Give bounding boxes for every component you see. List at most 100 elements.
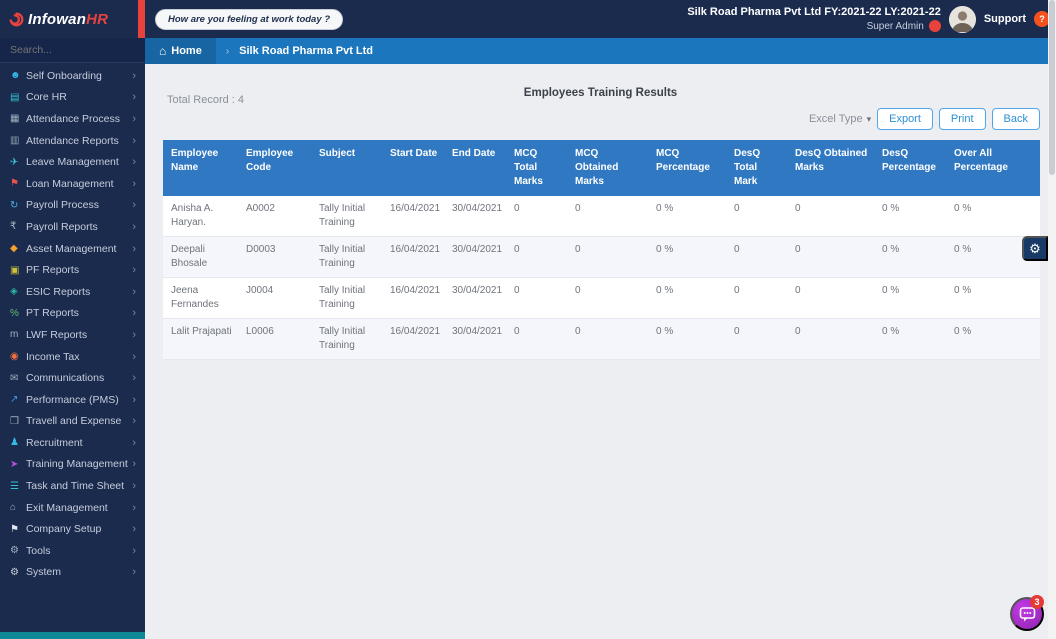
settings-fab[interactable]: ⚙ — [1022, 236, 1048, 261]
user-avatar[interactable] — [948, 5, 976, 33]
sidebar-item-label: Attendance Process — [26, 112, 120, 125]
sidebar-item-attendance-process[interactable]: ▦ Attendance Process › — [0, 108, 145, 130]
chat-fab[interactable]: 3 — [1010, 595, 1044, 631]
table-cell: 0 % — [946, 318, 1040, 360]
sidebar-item-loan-management[interactable]: ⚑ Loan Management › — [0, 173, 145, 195]
sidebar-item-label: Leave Management — [26, 156, 119, 169]
chevron-right-icon: › — [132, 220, 136, 233]
sidebar-item-label: Tools — [26, 544, 51, 557]
chevron-right-icon: › — [132, 264, 136, 277]
app-logo[interactable]: InfowanHR — [0, 0, 145, 38]
sidebar-item-self-onboarding[interactable]: ☻ Self Onboarding › — [0, 65, 145, 87]
sidebar-item-label: Income Tax — [26, 350, 80, 363]
chevron-right-icon: › — [132, 436, 136, 449]
column-header: MCQ Percentage — [648, 140, 726, 196]
sidebar-item-income-tax[interactable]: ◉ Income Tax › — [0, 346, 145, 368]
back-button[interactable]: Back — [991, 108, 1040, 130]
table-cell: A0002 — [238, 196, 311, 237]
training-results-table: Employee Name Employee Code Subject Start D… — [163, 140, 1040, 360]
scrollbar-thumb[interactable] — [1049, 0, 1055, 175]
table-cell: 0 — [506, 318, 567, 360]
company-fiscal-year-label: Silk Road Pharma Pvt Ltd FY:2021-22 LY:2… — [687, 5, 941, 18]
sidebar-item-pf-reports[interactable]: ▣ PF Reports › — [0, 259, 145, 281]
table-cell: 0 — [726, 236, 787, 278]
chevron-right-icon: › — [132, 501, 136, 514]
export-button[interactable]: Export — [877, 108, 933, 130]
sidebar-item-performance-pms[interactable]: ↗ Performance (PMS) › — [0, 389, 145, 411]
sidebar-item-pt-reports[interactable]: % PT Reports › — [0, 303, 145, 325]
chevron-right-icon: › — [132, 199, 136, 212]
sidebar-item-communications[interactable]: ✉ Communications › — [0, 367, 145, 389]
page-scrollbar[interactable] — [1048, 0, 1056, 639]
excel-type-dropdown[interactable]: Excel Type ▾ — [809, 113, 871, 125]
sidebar-item-task-and-time-sheet[interactable]: ☰ Task and Time Sheet › — [0, 475, 145, 497]
sidebar-item-recruitment[interactable]: ♟ Recruitment › — [0, 432, 145, 454]
table-cell: 0 % — [946, 277, 1040, 319]
sidebar-item-payroll-process[interactable]: ↻ Payroll Process › — [0, 195, 145, 217]
sidebar: InfowanHR ☻ Self Onboarding › ▤ Core HR › ▦ Att… — [0, 0, 145, 639]
chevron-right-icon: › — [132, 285, 136, 298]
table-header-row: Employee Name Employee Code Subject Start D… — [163, 140, 1040, 196]
table-row: Deepali Bhosale D0003 Tally Initial Traini… — [163, 236, 1040, 278]
logo-text: InfowanHR — [28, 10, 109, 28]
column-header: MCQ Total Marks — [506, 140, 567, 196]
table-controls: Excel Type ▾ Export Print Back — [809, 108, 1040, 130]
sync-icon: ↻ — [10, 199, 19, 211]
notification-badge-icon[interactable] — [928, 20, 941, 33]
table-cell: 16/04/2021 — [382, 196, 444, 237]
table-cell: 0 — [567, 236, 648, 278]
sidebar-item-attendance-reports[interactable]: ▥ Attendance Reports › — [0, 130, 145, 152]
sidebar-item-esic-reports[interactable]: ◈ ESIC Reports › — [0, 281, 145, 303]
sidebar-item-label: LWF Reports — [26, 328, 88, 341]
sidebar-item-label: ESIC Reports — [26, 285, 91, 298]
sidebar-search — [0, 38, 145, 63]
sidebar-item-training-management[interactable]: ➤ Training Management › — [0, 454, 145, 476]
sidebar-item-lwf-reports[interactable]: m LWF Reports › — [0, 324, 145, 346]
breadcrumb-separator-icon: › — [225, 45, 230, 57]
briefcase-icon: ▣ — [10, 264, 20, 276]
mood-question-button[interactable]: How are you feeling at work today ? — [155, 8, 344, 30]
person-icon: ☻ — [10, 70, 21, 82]
sidebar-item-leave-management[interactable]: ✈ Leave Management › — [0, 151, 145, 173]
sidebar-bottom-scrollbar[interactable] — [0, 632, 145, 639]
table-cell: 0 % — [946, 196, 1040, 237]
chat-unread-badge: 3 — [1030, 595, 1044, 609]
sidebar-item-travell-and-expense[interactable]: ❒ Travell and Expense › — [0, 411, 145, 433]
breadcrumb-current-page[interactable]: Silk Road Pharma Pvt Ltd — [239, 45, 373, 57]
chevron-right-icon: › — [132, 393, 136, 406]
gear-icon: ⚙ — [1029, 240, 1041, 256]
table-cell: 30/04/2021 — [444, 196, 506, 237]
chevron-right-icon: › — [132, 69, 136, 82]
sidebar-item-system[interactable]: ⚙ System › — [0, 562, 145, 584]
sidebar-item-exit-management[interactable]: ⌂ Exit Management › — [0, 497, 145, 519]
print-button[interactable]: Print — [938, 108, 986, 130]
main-content: Total Record : 4 Employees Training Resu… — [145, 64, 1056, 639]
layers-icon: ▤ — [10, 91, 20, 103]
results-table-wrap: Employee Name Employee Code Subject Start D… — [163, 140, 1040, 360]
sidebar-item-asset-management[interactable]: ◆ Asset Management › — [0, 238, 145, 260]
sidebar-item-company-setup[interactable]: ⚑ Company Setup › — [0, 518, 145, 540]
table-cell: 16/04/2021 — [382, 318, 444, 360]
sidebar-item-label: Company Setup — [26, 523, 102, 536]
table-cell: 0 — [787, 318, 874, 360]
chevron-right-icon: › — [132, 156, 136, 169]
sidebar-item-payroll-reports[interactable]: ₹ Payroll Reports › — [0, 216, 145, 238]
column-header: Employee Code — [238, 140, 311, 196]
table-cell: 0 — [787, 236, 874, 278]
sidebar-item-label: Core HR — [26, 91, 67, 104]
chevron-right-icon: › — [132, 328, 136, 341]
table-cell: 0 — [787, 196, 874, 237]
sidebar-menu: ☻ Self Onboarding › ▤ Core HR › ▦ Attendance Pr… — [0, 63, 145, 583]
person-add-icon: ♟ — [10, 437, 19, 449]
search-input[interactable] — [0, 38, 145, 63]
lwf-icon: m — [10, 329, 19, 341]
table-cell: 0 % — [648, 196, 726, 237]
sidebar-item-core-hr[interactable]: ▤ Core HR › — [0, 87, 145, 109]
sidebar-item-label: System — [26, 566, 62, 579]
ink-icon: ◉ — [10, 351, 19, 363]
chevron-right-icon: › — [132, 480, 136, 493]
sidebar-item-tools[interactable]: ⚙ Tools › — [0, 540, 145, 562]
breadcrumb-home-link[interactable]: ⌂ Home — [145, 38, 216, 64]
column-header: End Date — [444, 140, 506, 196]
chevron-right-icon: › — [132, 91, 136, 104]
